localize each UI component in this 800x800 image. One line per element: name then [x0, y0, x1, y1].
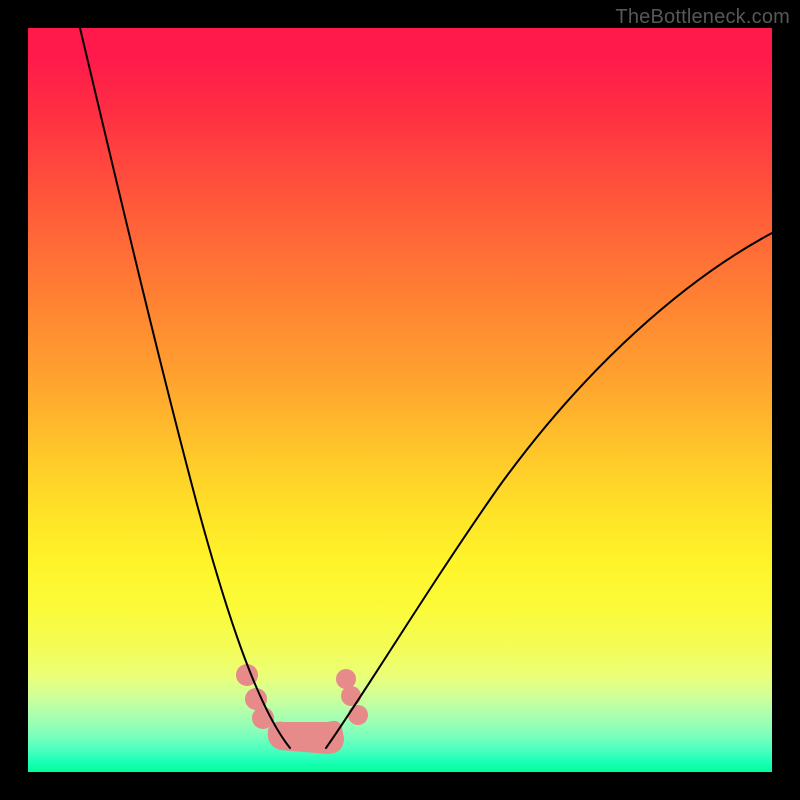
- curve-layer: [28, 28, 772, 772]
- watermark-text: TheBottleneck.com: [615, 6, 790, 29]
- marker-dot: [348, 705, 368, 725]
- marker-dot: [245, 688, 267, 710]
- chart-stage: TheBottleneck.com: [0, 0, 800, 800]
- right-curve: [326, 233, 772, 748]
- marker-dot: [336, 669, 356, 689]
- marker-dot: [341, 686, 361, 706]
- left-curve: [80, 28, 290, 748]
- plot-area: [28, 28, 772, 772]
